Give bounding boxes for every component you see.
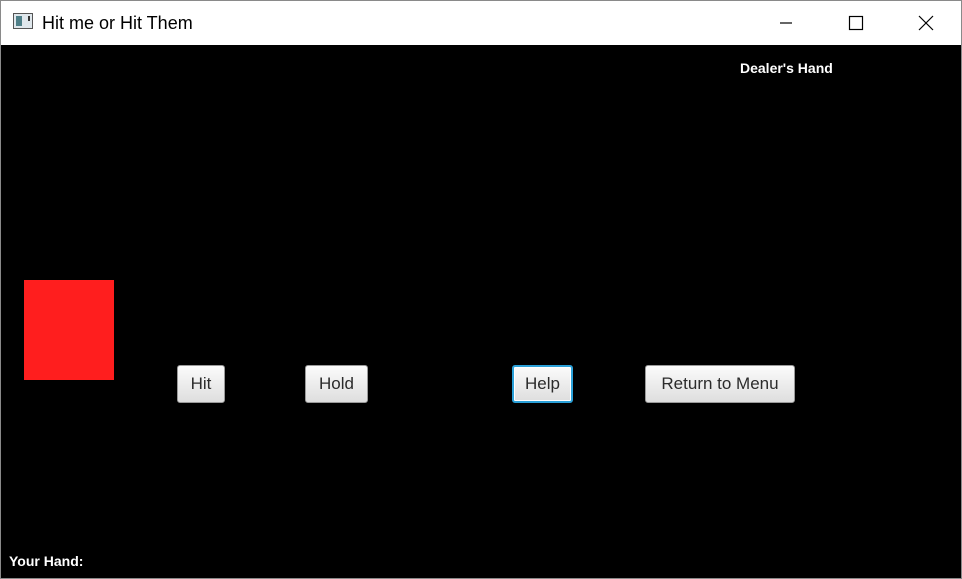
close-icon: [918, 15, 934, 31]
hit-button[interactable]: Hit: [177, 365, 225, 403]
window-title: Hit me or Hit Them: [42, 13, 193, 33]
app-window: Hit me or Hit Them Dealer's Hand Hit Hol…: [0, 0, 962, 579]
hold-button[interactable]: Hold: [305, 365, 368, 403]
return-to-menu-button[interactable]: Return to Menu: [645, 365, 795, 403]
help-button[interactable]: Help: [512, 365, 573, 403]
close-button[interactable]: [891, 1, 961, 45]
your-hand-label: Your Hand:: [9, 553, 84, 569]
minimize-button[interactable]: [751, 1, 821, 45]
maximize-icon: [848, 15, 864, 31]
app-icon: [13, 13, 33, 29]
minimize-icon: [780, 22, 792, 24]
dealer-hand-label: Dealer's Hand: [740, 60, 833, 76]
player-card: [24, 280, 114, 380]
title-bar[interactable]: Hit me or Hit Them: [1, 1, 961, 45]
maximize-button[interactable]: [821, 1, 891, 45]
game-table: Dealer's Hand Hit Hold Help Return to Me…: [1, 45, 961, 578]
